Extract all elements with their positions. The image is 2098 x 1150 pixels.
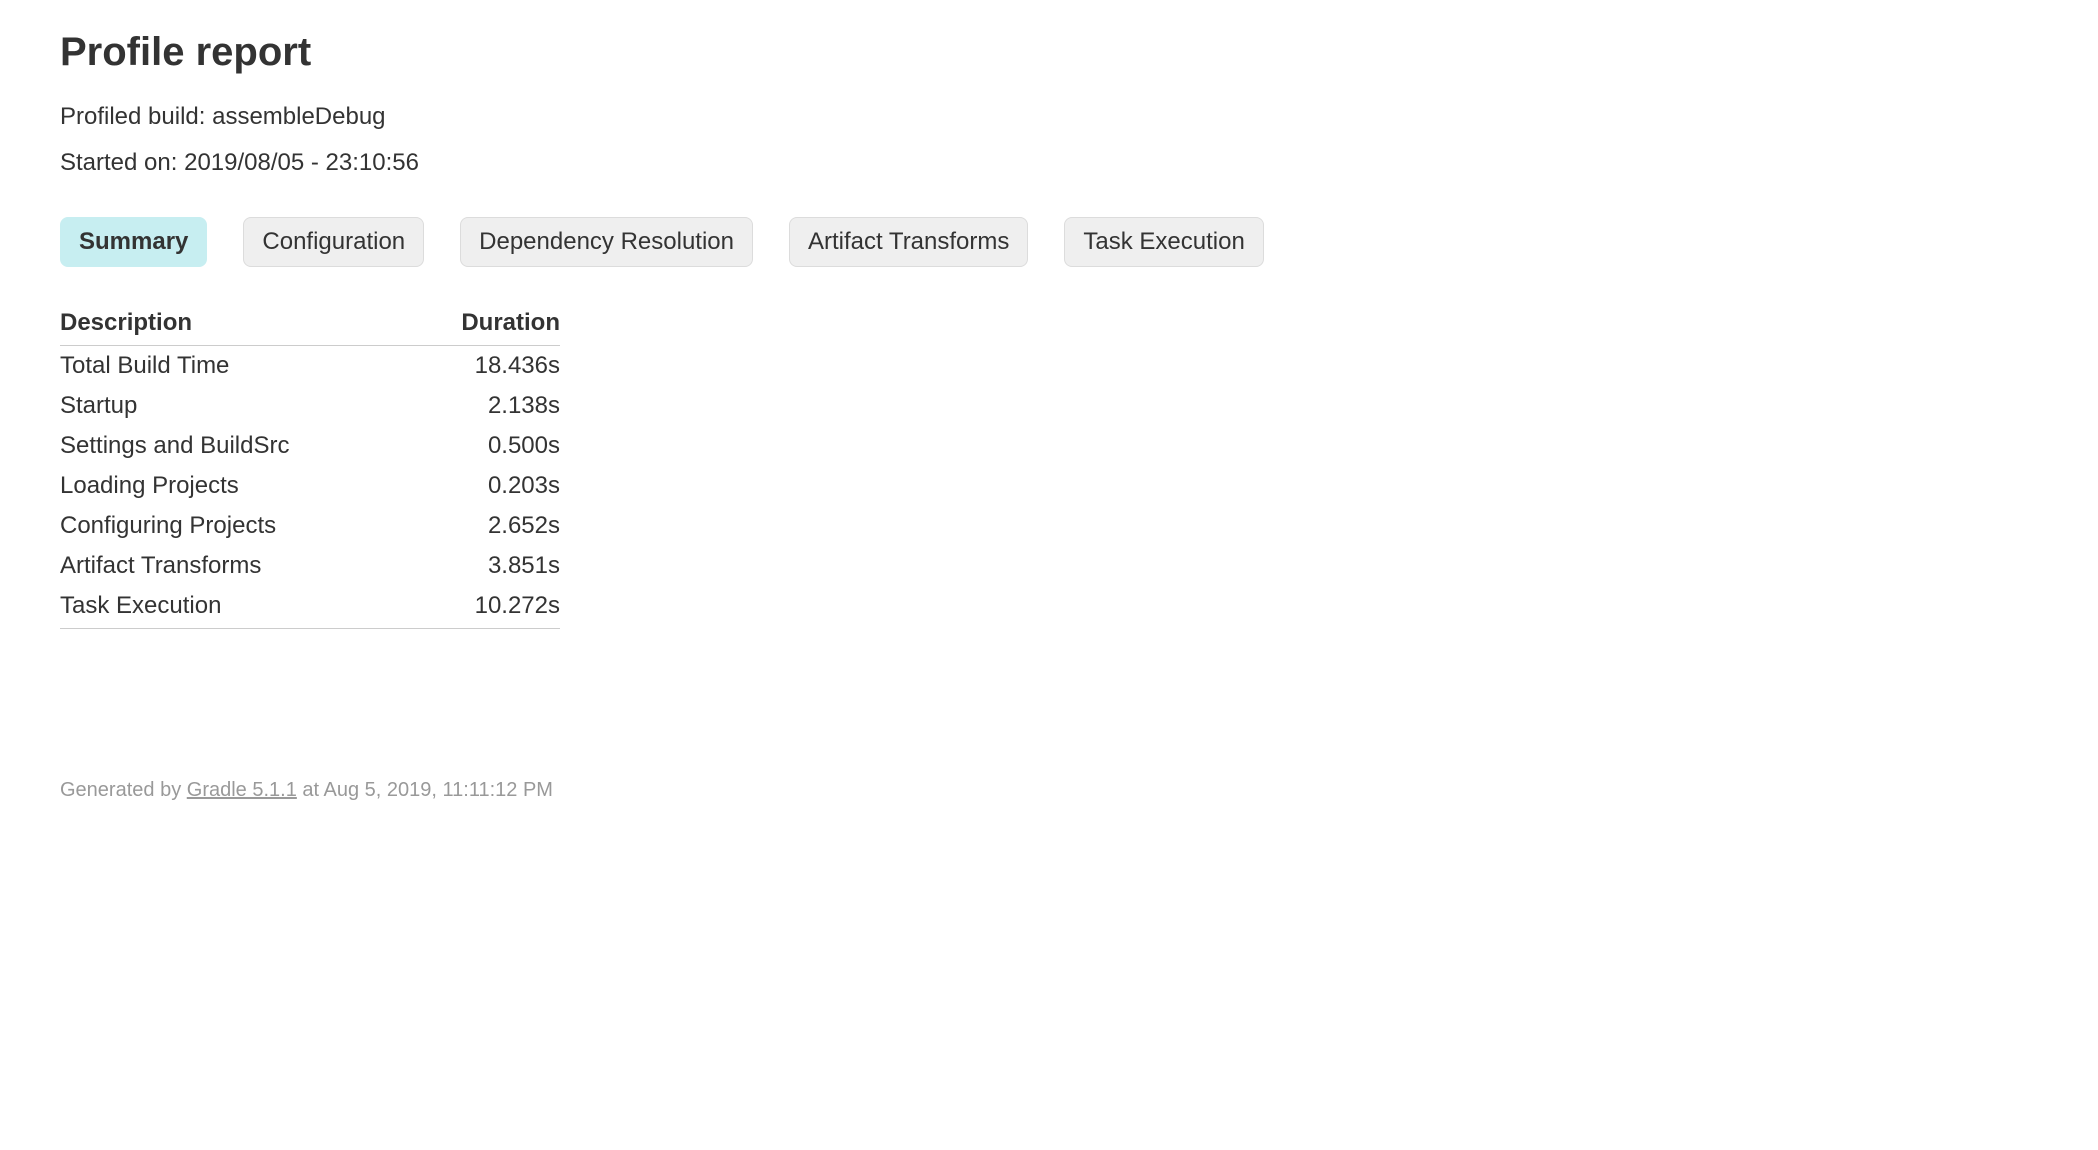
tab-summary[interactable]: Summary: [60, 217, 207, 267]
col-header-duration: Duration: [410, 303, 560, 346]
cell-description: Startup: [60, 386, 410, 426]
cell-description: Artifact Transforms: [60, 546, 410, 586]
tab-list: Summary Configuration Dependency Resolut…: [60, 217, 2038, 267]
table-row: Settings and BuildSrc 0.500s: [60, 426, 560, 466]
table-row: Task Execution 10.272s: [60, 586, 560, 629]
cell-description: Settings and BuildSrc: [60, 426, 410, 466]
cell-description: Task Execution: [60, 586, 410, 629]
table-row: Artifact Transforms 3.851s: [60, 546, 560, 586]
started-on-value: 2019/08/05 - 23:10:56: [184, 149, 419, 176]
table-row: Loading Projects 0.203s: [60, 466, 560, 506]
tab-task-execution[interactable]: Task Execution: [1064, 217, 1263, 267]
profiled-build-line: Profiled build: assembleDebug: [60, 103, 2038, 131]
cell-description: Configuring Projects: [60, 506, 410, 546]
table-row: Total Build Time 18.436s: [60, 346, 560, 387]
col-header-description: Description: [60, 303, 410, 346]
footer: Generated by Gradle 5.1.1 at Aug 5, 2019…: [60, 779, 2038, 802]
summary-table: Description Duration Total Build Time 18…: [60, 303, 560, 629]
tab-artifact-transforms[interactable]: Artifact Transforms: [789, 217, 1028, 267]
started-on-label: Started on:: [60, 149, 177, 176]
cell-duration: 2.652s: [410, 506, 560, 546]
tab-configuration[interactable]: Configuration: [243, 217, 424, 267]
cell-description: Total Build Time: [60, 346, 410, 387]
started-on-line: Started on: 2019/08/05 - 23:10:56: [60, 149, 2038, 177]
table-row: Configuring Projects 2.652s: [60, 506, 560, 546]
table-header-row: Description Duration: [60, 303, 560, 346]
cell-duration: 0.203s: [410, 466, 560, 506]
cell-duration: 0.500s: [410, 426, 560, 466]
page-title: Profile report: [60, 30, 2038, 75]
profiled-build-value: assembleDebug: [212, 103, 385, 130]
cell-duration: 2.138s: [410, 386, 560, 426]
footer-at-text: at Aug 5, 2019, 11:11:12 PM: [302, 779, 553, 801]
footer-generated-by: Generated by: [60, 779, 181, 801]
profiled-build-label: Profiled build:: [60, 103, 205, 130]
cell-description: Loading Projects: [60, 466, 410, 506]
cell-duration: 3.851s: [410, 546, 560, 586]
cell-duration: 10.272s: [410, 586, 560, 629]
footer-gradle-link[interactable]: Gradle 5.1.1: [187, 779, 297, 801]
table-row: Startup 2.138s: [60, 386, 560, 426]
cell-duration: 18.436s: [410, 346, 560, 387]
tab-dependency-resolution[interactable]: Dependency Resolution: [460, 217, 753, 267]
